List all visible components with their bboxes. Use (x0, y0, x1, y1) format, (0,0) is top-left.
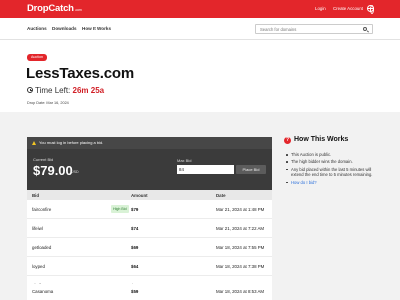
bid-amount: $69 (131, 245, 139, 250)
clock-icon (27, 87, 33, 93)
bidder-name: Casanoma (32, 289, 54, 294)
domain-title: LessTaxes.com (26, 65, 135, 82)
logo-suffix: .com (74, 8, 82, 12)
login-warning-text: You must log in before placing a bid. (39, 140, 104, 145)
bidder-name: fairconfire (32, 207, 52, 212)
drop-date: Drop Date: Mar 16, 2024 (27, 101, 69, 105)
bid-date: Mar 21, 2024 at 7:22 AM (216, 226, 265, 231)
top-bar: DropCatch.com Login Create Account (0, 0, 400, 18)
list-item: This Auction is public. (286, 152, 384, 158)
list-item: Any bid placed within the last 5 minutes… (286, 167, 384, 179)
how-do-i-bid-link[interactable]: How do I bid? (286, 180, 384, 186)
table-row: getloaded $69 Mar 18, 2024 at 7:55 PM (27, 238, 272, 257)
table-row: lifeiwl $74 Mar 21, 2024 at 7:22 AM (27, 219, 272, 238)
bid-amount: $64 (131, 264, 139, 269)
table-row: fairconfire High Bid $79 Mar 21, 2024 at… (27, 200, 272, 219)
question-icon: ? (284, 137, 291, 144)
login-link[interactable]: Login (315, 6, 326, 11)
bidder-name: lifeiwl (32, 226, 43, 231)
search-input[interactable] (255, 24, 373, 34)
bid-date: Mar 18, 2024 at 7:55 PM (216, 245, 265, 250)
bidder-name: loyped (32, 264, 45, 269)
currency-label: USD (71, 170, 79, 174)
bid-date: Mar 18, 2024 at 7:38 PM (216, 264, 265, 269)
bid-date: Mar 18, 2024 at 8:53 AM (216, 289, 265, 294)
time-left-value: 26m 25a (72, 86, 105, 95)
header-date: Date (216, 193, 226, 198)
header-amount: Amount (131, 193, 148, 198)
how-it-works-title: How This Works (294, 136, 349, 143)
header-bid: Bid (32, 193, 40, 198)
nav-auctions[interactable]: Auctions (27, 26, 47, 31)
bid-amount: $59 (131, 289, 139, 294)
bid-table-header: Bid Amount Date (27, 190, 272, 200)
how-it-works-list: This Auction is public. The high bidder … (286, 152, 384, 187)
time-left: Time Left: 26m 25a (35, 86, 104, 95)
nav-downloads[interactable]: Downloads (52, 26, 77, 31)
login-warning: You must log in before placing a bid. (27, 137, 272, 149)
dropcatch-logo[interactable]: DropCatch.com (27, 3, 82, 14)
create-account-link[interactable]: Create Account (333, 6, 363, 11)
list-item: The high bidder wins the domain. (286, 159, 384, 165)
logo-text: DropCatch (27, 3, 74, 14)
bid-amount: $79 (131, 207, 139, 212)
max-bid-label: Max Bid (177, 158, 192, 163)
search-icon[interactable] (363, 27, 367, 31)
place-bid-button[interactable]: Place Bid (236, 165, 266, 174)
auction-badge: Auction (27, 54, 47, 61)
nav-how-it-works[interactable]: How It Works (82, 26, 111, 31)
table-row: loyped $64 Mar 18, 2024 at 7:38 PM (27, 257, 272, 276)
globe-icon[interactable] (367, 5, 374, 14)
bid-amount: $74 (131, 226, 139, 231)
table-row: Casanoma $59 Mar 18, 2024 at 8:53 AM (27, 284, 272, 300)
bid-panel: You must log in before placing a bid. Cu… (27, 137, 272, 190)
high-bid-badge: High Bid (111, 205, 129, 213)
max-bid-input[interactable] (177, 165, 234, 174)
current-bid-label: Current Bid (33, 157, 54, 162)
bidder-name: getloaded (32, 245, 52, 250)
bid-date: Mar 21, 2024 at 1:48 PM (216, 207, 265, 212)
current-bid-value: $79.00 (33, 163, 73, 178)
time-left-label: Time Left: (35, 86, 71, 95)
sub-navigation: Auctions Downloads How It Works (0, 18, 400, 40)
warning-icon (32, 141, 36, 145)
